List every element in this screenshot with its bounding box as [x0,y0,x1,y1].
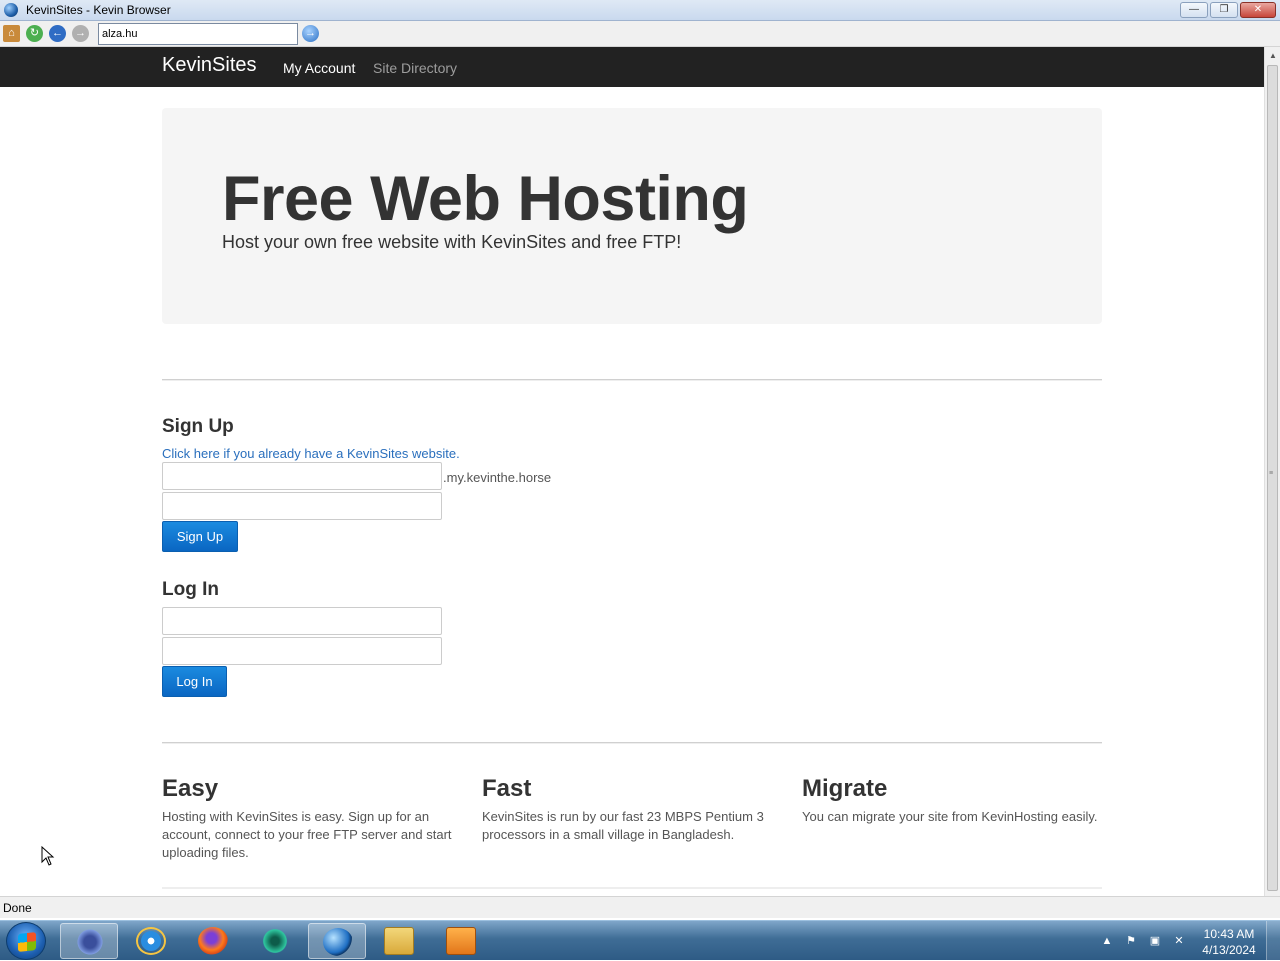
hero-heading: Free Web Hosting [222,164,749,234]
login-username-input[interactable] [162,607,442,635]
clock-date: 4/13/2024 [1202,943,1256,957]
taskbar-clock[interactable]: 10:43 AM 4/13/2024 [1196,926,1262,958]
taskbar-item-kevin-app[interactable] [60,923,118,959]
action-center-flag-icon[interactable]: ⚑ [1124,934,1138,948]
scrollbar-grip-icon: ≡ [1269,470,1274,477]
feature-easy: Easy Hosting with KevinSites is easy. Si… [162,775,462,862]
firefox-icon [198,927,228,955]
browser-toolbar: ⌂ ↻ ← → → [0,21,1280,47]
browser-globe-icon [4,3,18,17]
feature-text: Hosting with KevinSites is easy. Sign up… [162,809,452,860]
existing-site-link[interactable]: Click here if you already have a KevinSi… [162,446,460,461]
divider [162,742,1102,744]
taskbar-item-file-explorer[interactable] [370,923,428,959]
vertical-scrollbar[interactable]: ▲ ≡ [1264,47,1280,896]
hero-jumbotron: Free Web Hosting Host your own free webs… [162,108,1102,324]
home-icon[interactable]: ⌂ [3,25,20,42]
taskbar-item-media-player[interactable] [432,923,490,959]
taskbar: ▲ ⚑ ▣ ✕ 10:43 AM 4/13/2024 [0,920,1280,961]
divider [162,887,1102,889]
login-password-input[interactable] [162,637,442,665]
divider [162,379,1102,381]
hero-subheading: Host your own free website with KevinSit… [222,232,682,252]
kevin-app-icon [75,928,105,956]
file-explorer-icon [384,927,414,955]
taskbar-item-firefox[interactable] [184,923,242,959]
window-titlebar: KevinSites - Kevin Browser — ❐ ✕ [0,0,1280,21]
site-navbar: KevinSites My Account Site Directory [0,47,1264,87]
taskbar-item-internet-explorer[interactable] [122,923,180,959]
feature-migrate: Migrate You can migrate your site from K… [802,775,1102,826]
chat-icon [260,927,290,955]
status-text: Done [3,901,32,915]
signup-button[interactable]: Sign Up [162,521,238,552]
show-desktop-button[interactable] [1266,921,1280,961]
login-button[interactable]: Log In [162,666,227,697]
windows-logo-icon [18,932,36,952]
forward-icon[interactable]: → [72,25,89,42]
feature-title: Fast [482,775,532,802]
scrollbar-thumb[interactable] [1267,65,1278,891]
scroll-up-icon[interactable]: ▲ [1265,47,1280,64]
feature-text: KevinSites is run by our fast 23 MBPS Pe… [482,809,764,842]
mouse-cursor-icon [41,846,55,866]
site-brand[interactable]: KevinSites [162,54,257,77]
signup-subdomain-input[interactable] [162,462,442,490]
signup-heading: Sign Up [162,416,234,437]
minimize-button[interactable]: — [1180,2,1208,18]
nav-site-directory[interactable]: Site Directory [373,60,457,76]
window-title: KevinSites - Kevin Browser [26,3,171,17]
clock-time: 10:43 AM [1203,927,1255,941]
login-heading: Log In [162,579,219,600]
show-hidden-icons-icon[interactable]: ▲ [1100,934,1114,948]
feature-title: Migrate [802,775,888,802]
close-button[interactable]: ✕ [1240,2,1276,18]
domain-suffix: .my.kevinthe.horse [443,470,552,485]
start-button[interactable] [6,922,46,960]
feature-title: Easy [162,775,219,802]
kevin-browser-icon [323,928,353,956]
taskbar-item-kevin-browser[interactable] [308,923,366,959]
taskbar-item-chat[interactable] [246,923,304,959]
feature-fast: Fast KevinSites is run by our fast 23 MB… [482,775,782,844]
back-icon[interactable]: ← [49,25,66,42]
internet-explorer-icon [136,927,166,955]
address-bar[interactable] [98,23,298,45]
go-icon[interactable]: → [302,25,319,42]
feature-text: You can migrate your site from KevinHost… [802,809,1098,824]
status-bar: Done [0,896,1280,918]
maximize-button[interactable]: ❐ [1210,2,1238,18]
nav-my-account[interactable]: My Account [283,60,355,76]
network-icon[interactable]: ▣ [1148,934,1162,948]
signup-password-input[interactable] [162,492,442,520]
page-viewport: KevinSites My Account Site Directory Fre… [0,47,1264,896]
media-player-icon [446,927,476,955]
volume-muted-icon[interactable]: ✕ [1172,934,1186,948]
refresh-icon[interactable]: ↻ [26,25,43,42]
